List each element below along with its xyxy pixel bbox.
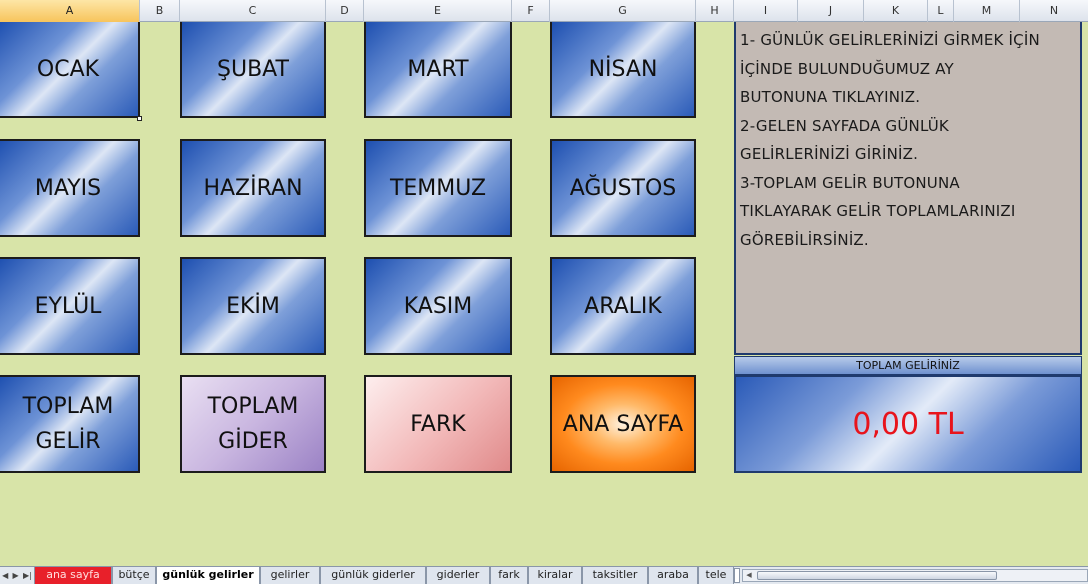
column-header-h[interactable]: H [696,0,734,22]
total-income-label: TOPLAM GELİRİNİZ [734,356,1082,375]
column-header-g[interactable]: G [550,0,696,22]
tab-giderler[interactable]: giderler [426,567,490,584]
column-header-m[interactable]: M [954,0,1020,22]
tab-scroll-next-icon[interactable]: ▶ [13,571,19,580]
tab-araba[interactable]: araba [648,567,698,584]
tab-gunluk-gelirler[interactable]: günlük gelirler [156,567,260,584]
tab-split-handle[interactable] [734,568,740,583]
subat-button[interactable]: ŞUBAT [180,22,326,118]
aralik-button[interactable]: ARALIK [550,257,696,355]
tab-ana-sayfa[interactable]: ana sayfa [34,567,112,584]
eylul-button[interactable]: EYLÜL [0,257,140,355]
ocak-button[interactable]: OCAK [0,22,140,118]
agustos-button[interactable]: AĞUSTOS [550,139,696,237]
tab-kiralar[interactable]: kiralar [528,567,582,584]
tab-navigation: ◀ ▶ ▶| [0,567,34,584]
tab-fark[interactable]: fark [490,567,528,584]
ekim-button[interactable]: EKİM [180,257,326,355]
mayis-button[interactable]: MAYIS [0,139,140,237]
total-income-value: 0,00 TL [734,375,1082,473]
nisan-button[interactable]: NİSAN [550,22,696,118]
temmuz-button[interactable]: TEMMUZ [364,139,512,237]
haziran-button[interactable]: HAZİRAN [180,139,326,237]
fark-button[interactable]: FARK [364,375,512,473]
cell-selection-handle[interactable] [137,116,142,121]
instructions-panel: 1- GÜNLÜK GELİRLERİNİZİ GİRMEK İÇİN İÇİN… [734,22,1082,355]
column-header-l[interactable]: L [928,0,954,22]
column-header-i[interactable]: I [734,0,798,22]
column-header-f[interactable]: F [512,0,550,22]
column-header-j[interactable]: J [798,0,864,22]
tab-tele[interactable]: tele [698,567,734,584]
column-header-k[interactable]: K [864,0,928,22]
column-header-a[interactable]: A [0,0,140,22]
instruction-line: GELİRLERİNİZİ GİRİNİZ. [740,145,919,163]
tab-scroll-last-icon[interactable]: ▶| [23,571,32,580]
kasim-button[interactable]: KASIM [364,257,512,355]
instruction-line: TIKLAYARAK GELİR TOPLAMLARINIZI [740,202,1016,220]
column-header-n[interactable]: N [1020,0,1088,22]
horizontal-scrollbar[interactable]: ◀ [742,569,1088,582]
column-header-d[interactable]: D [326,0,364,22]
column-headers: A B C D E F G H I J K L M N [0,0,1088,22]
tab-gunluk-giderler[interactable]: günlük giderler [320,567,426,584]
tab-scroll-previous-icon[interactable]: ◀ [2,571,8,580]
sheet-tab-bar: ◀ ▶ ▶| ana sayfa bütçe günlük gelirler g… [0,566,1088,584]
instruction-line: GÖREBİLİRSİNİZ. [740,230,869,249]
instruction-line: 2-GELEN SAYFADA GÜNLÜK [740,116,949,135]
toplam-gelir-line-2: GELİR [35,429,101,454]
tab-butce[interactable]: bütçe [112,567,156,584]
ana-sayfa-button[interactable]: ANA SAYFA [550,375,696,473]
tab-gelirler[interactable]: gelirler [260,567,320,584]
tab-taksitler[interactable]: taksitler [582,567,648,584]
column-header-e[interactable]: E [364,0,512,22]
toplam-gelir-button[interactable]: TOPLAM GELİR [0,375,140,473]
toplam-gider-line-2: GİDER [218,429,288,454]
instruction-line: İÇİNDE BULUNDUĞUMUZ AY [740,59,954,78]
toplam-gider-button[interactable]: TOPLAM GİDER [180,375,326,473]
toplam-gelir-line-1: TOPLAM [22,394,114,419]
column-header-b[interactable]: B [140,0,180,22]
toplam-gider-line-1: TOPLAM [207,394,299,419]
column-header-c[interactable]: C [180,0,326,22]
instruction-line: 1- GÜNLÜK GELİRLERİNİZİ GİRMEK İÇİN [740,31,1040,49]
worksheet: OCAK ŞUBAT MART NİSAN MAYIS HAZİRAN TEMM… [0,22,1088,566]
scrollbar-thumb[interactable] [757,571,997,580]
mart-button[interactable]: MART [364,22,512,118]
scroll-left-icon[interactable]: ◀ [743,570,755,581]
instruction-line: BUTONUNA TIKLAYINIZ. [740,88,921,106]
instruction-line: 3-TOPLAM GELİR BUTONUNA [740,173,960,192]
